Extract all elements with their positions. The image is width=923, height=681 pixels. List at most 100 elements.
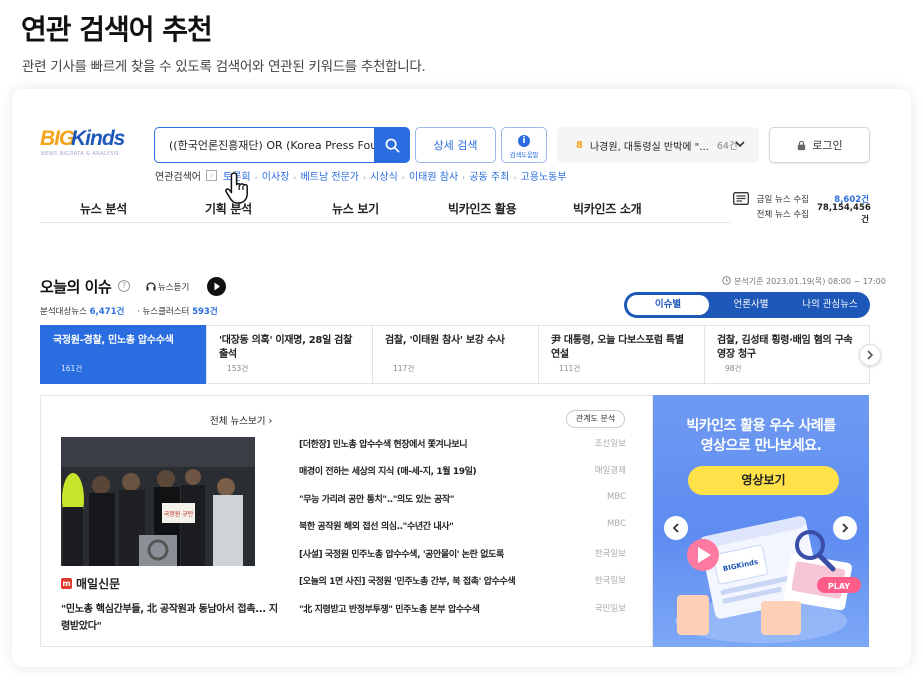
- nav-divider: [40, 222, 730, 223]
- related-keywords: 연관검색어 › 토론회, 이사장, 베트남 전문가, 시상식, 이태원 참사, …: [155, 168, 567, 183]
- related-keyword[interactable]: 시상식: [370, 168, 398, 183]
- chevron-right-icon: [867, 350, 874, 360]
- logo-kinds: Kinds: [71, 127, 125, 150]
- headphones-icon: [146, 282, 156, 291]
- issue-card[interactable]: 尹 대통령, 오늘 다보스포럼 특별 연설 111건: [538, 325, 705, 384]
- issue-card-count: 117건: [393, 364, 415, 373]
- nav-news-view[interactable]: 뉴스 보기: [332, 200, 379, 217]
- banner-prev-button[interactable]: [664, 516, 688, 540]
- search-help-button[interactable]: i 검색도움말: [501, 127, 547, 163]
- related-keyword[interactable]: 이사장: [262, 168, 290, 183]
- source-maeil[interactable]: m 매일신문: [61, 575, 120, 592]
- logo-big: BIG: [40, 127, 75, 150]
- todays-issue-title: 오늘의 이슈: [40, 278, 112, 296]
- all-news-link[interactable]: 전체 뉴스보기 ›: [210, 413, 272, 427]
- issue-card-count: 161건: [61, 364, 83, 373]
- clock-icon: [722, 276, 731, 285]
- news-collection-stats: 금일 뉴스 수집 8,602건 전체 뉴스 수집 78,154,456건: [733, 191, 871, 225]
- news-photo[interactable]: 국정원 규탄: [61, 437, 255, 566]
- listen-news-label: 뉴스듣기: [158, 283, 190, 293]
- news-publisher: MBC: [607, 492, 626, 502]
- chevron-down-icon: [735, 141, 745, 148]
- main-headline[interactable]: "민노총 핵심간부들, 北 공작원과 동남아서 접촉... 지령받았다": [61, 601, 281, 635]
- related-keyword[interactable]: 고용노동부: [521, 168, 567, 183]
- promo-banner[interactable]: 빅카인즈 활용 우수 사례를 영상으로 만나보세요. 영상보기 BIGKinds…: [653, 395, 869, 647]
- news-title: "北 지령받고 반정부투쟁" 민주노총 본부 압수수색: [299, 605, 480, 615]
- tab-by-issue[interactable]: 이슈별: [627, 295, 709, 315]
- related-keywords-toggle[interactable]: ›: [206, 170, 217, 181]
- trend-rank: 8: [576, 139, 583, 151]
- list-item[interactable]: 북한 공작원 해외 접선 의심.."수년간 내사" MBC: [299, 519, 626, 533]
- issue-card[interactable]: 국정원-경찰, 민노총 압수수색 161건: [40, 325, 207, 384]
- issue-card[interactable]: 검찰, '이태원 참사' 보강 수사 117건: [372, 325, 539, 384]
- issue-card-title: 국정원-경찰, 민노총 압수수색: [53, 335, 174, 346]
- analysis-count: 분석대상뉴스 6,471건 · 뉴스클러스터 593건: [40, 307, 218, 317]
- news-title: [사설] 국정원 민주노총 압수수색, '공안몰이' 논란 없도록: [299, 550, 504, 560]
- issue-card-count: 153건: [227, 364, 249, 373]
- news-title: 매경이 전하는 세상의 지식 (매-세-지, 1월 19일): [299, 467, 477, 477]
- relation-map-button[interactable]: 관계도 분석: [566, 410, 625, 428]
- trending-keyword-dropdown[interactable]: 8 나경원, 대통령실 반박에 "... 64건: [557, 127, 759, 163]
- issue-view-toggle: 이슈별 언론사별 나의 관심뉴스: [624, 292, 870, 318]
- list-item[interactable]: 매경이 전하는 세상의 지식 (매-세-지, 1월 19일) 매일경제: [299, 464, 626, 478]
- related-keyword[interactable]: 베트남 전문가: [301, 168, 359, 183]
- news-title: "무능 가리려 공안 통치".."의도 있는 공작": [299, 495, 455, 505]
- trend-text: 나경원, 대통령실 반박에 "...: [589, 141, 709, 153]
- today-collection-label: 금일 뉴스 수집: [756, 194, 809, 205]
- search-button[interactable]: [374, 127, 410, 163]
- news-publisher: 국민일보: [594, 604, 626, 614]
- search-input[interactable]: [155, 128, 374, 162]
- page-title: 연관 검색어 추천: [21, 13, 213, 46]
- info-icon: i: [518, 135, 530, 147]
- related-keyword[interactable]: 이태원 참사: [409, 168, 458, 183]
- analysis-basis-text: 분석기준 2023.01.19(목) 08:00 ~ 17:00: [734, 277, 886, 286]
- detail-search-button[interactable]: 상세 검색: [415, 127, 496, 163]
- svg-text:PLAY: PLAY: [828, 582, 850, 591]
- login-button[interactable]: 로그인: [769, 127, 870, 163]
- news-publisher: 매일경제: [594, 466, 626, 476]
- logo-tagline: NEWS BIGDATA & ANALYSIS: [41, 151, 120, 157]
- protest-photo-illustration: 국정원 규탄: [61, 437, 255, 566]
- analysis-basis: 분석기준 2023.01.19(목) 08:00 ~ 17:00: [722, 276, 886, 287]
- listen-news-button[interactable]: 뉴스듣기: [146, 281, 189, 293]
- issue-card-count: 111건: [559, 364, 581, 373]
- source-name: 매일신문: [76, 577, 121, 591]
- play-button[interactable]: [207, 277, 226, 296]
- play-icon: [214, 282, 220, 291]
- total-collection-label: 전체 뉴스 수집: [756, 209, 809, 220]
- target-news-label: 분석대상뉴스: [40, 307, 87, 317]
- list-item[interactable]: [오늘의 1면 사진] 국정원 '민주노총 간부, 북 접촉' 압수수색 한국일…: [299, 574, 626, 588]
- nav-bigkinds-intro[interactable]: 빅카인즈 소개: [573, 200, 642, 217]
- question-icon[interactable]: ?: [118, 280, 130, 292]
- total-collection-value: 78,154,456건: [817, 202, 871, 225]
- issue-card[interactable]: 검찰, 김성태 횡령·배임 혐의 구속영장 청구 98건: [704, 325, 870, 384]
- list-item[interactable]: [사설] 국정원 민주노총 압수수색, '공안몰이' 논란 없도록 한국일보: [299, 547, 626, 561]
- list-item[interactable]: "무능 가리려 공안 통치".."의도 있는 공작" MBC: [299, 492, 626, 506]
- maeil-logo-icon: m: [61, 578, 72, 589]
- list-item[interactable]: [더한장] 민노총 압수수색 현장에서 쫓겨나보니 조선일보: [299, 437, 626, 451]
- news-publisher: MBC: [607, 519, 626, 529]
- nav-news-analysis[interactable]: 뉴스 분석: [80, 200, 127, 217]
- cluster-value: 593건: [192, 307, 218, 317]
- chevron-right-icon: [842, 523, 849, 533]
- news-title: [더한장] 민노총 압수수색 현장에서 쫓겨나보니: [299, 440, 468, 450]
- related-keyword[interactable]: 공동 주최: [469, 168, 509, 183]
- login-label: 로그인: [812, 139, 843, 152]
- news-publisher: 한국일보: [594, 549, 626, 559]
- target-news-value: 6,471건: [89, 307, 125, 317]
- issue-next-button[interactable]: [859, 344, 881, 366]
- bigkinds-logo[interactable]: BIG Kinds NEWS BIGDATA & ANALYSIS: [40, 127, 136, 161]
- news-title: [오늘의 1면 사진] 국정원 '민주노총 간부, 북 접촉' 압수수색: [299, 577, 516, 587]
- cluster-label: 뉴스클러스터: [142, 307, 190, 317]
- news-publisher: 한국일보: [594, 576, 626, 586]
- hand-cursor-icon: [225, 172, 248, 204]
- banner-next-button[interactable]: [833, 516, 857, 540]
- nav-bigkinds-usage[interactable]: 빅카인즈 활용: [448, 200, 517, 217]
- related-keywords-label: 연관검색어: [155, 172, 201, 183]
- news-title: 북한 공작원 해외 접선 의심.."수년간 내사": [299, 522, 454, 532]
- list-item[interactable]: "北 지령받고 반정부투쟁" 민주노총 본부 압수수색 국민일보: [299, 602, 626, 616]
- tab-by-press[interactable]: 언론사별: [712, 292, 790, 318]
- issue-card-title: 검찰, '이태원 참사' 보강 수사: [385, 335, 505, 346]
- tab-my-interest[interactable]: 나의 관심뉴스: [790, 292, 870, 318]
- issue-card[interactable]: '대장동 의혹' 이재명, 28일 검찰 출석 153건: [206, 325, 373, 384]
